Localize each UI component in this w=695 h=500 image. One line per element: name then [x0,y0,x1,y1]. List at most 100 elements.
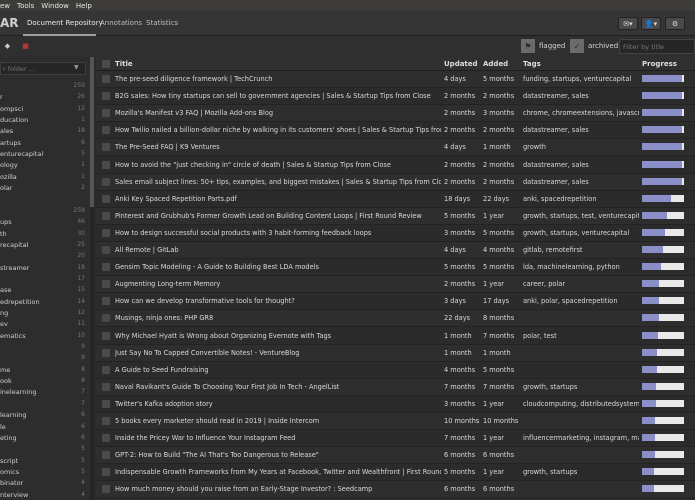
sidebar-item[interactable]: ase 15 [0,285,90,296]
sidebar-item[interactable]: th 30 [0,229,90,240]
table-row[interactable]: How much money should you raise from an … [96,481,695,499]
archived-filter-toggle[interactable]: ✓ archived [570,39,618,53]
sidebar-item[interactable]: streamer 18 [0,263,90,274]
table-row[interactable]: All Remote | GitLab 4 days 4 months gitlab,… [96,242,695,259]
table-row[interactable]: The Pre-Seed FAQ | K9 Ventures 4 days 1 mo… [96,139,695,157]
sidebar-item[interactable]: olar 2 [0,183,90,194]
row-checkbox[interactable] [102,126,110,135]
table-row[interactable]: How to design successful social products… [96,225,695,242]
column-added[interactable]: Added [483,60,508,68]
table-row[interactable]: GPT-2: How to Build "The AI That's Too D… [96,447,695,465]
sidebar-item[interactable]: edrepetition 14 [0,297,90,308]
table-row[interactable]: B2G sales: How tiny startups can sell to… [96,88,695,106]
table-row[interactable]: Pinterest and Grubhub's Former Growth Le… [96,207,695,225]
mail-dropdown-button[interactable]: ✉▾ [618,17,638,30]
column-tags[interactable]: Tags [523,60,541,68]
sidebar-item[interactable]: 259 [0,81,90,92]
sidebar-item[interactable]: inelearning 7 [0,387,90,398]
row-checkbox[interactable] [102,160,110,169]
menu-tools[interactable]: Tools [17,2,34,10]
flagged-filter-toggle[interactable]: ⚑ flagged [521,39,565,53]
settings-button[interactable]: ⚙ [665,17,685,30]
select-all-checkbox[interactable] [102,60,110,68]
row-checkbox[interactable] [102,211,110,220]
table-row[interactable]: Mozilla's Manifest v3 FAQ | Mozilla Add-… [96,105,695,123]
column-progress[interactable]: Progress [642,60,677,68]
row-checkbox[interactable] [102,314,110,323]
sidebar-item[interactable]: 5 [0,444,90,455]
table-row[interactable]: How to avoid the "just checking in" circ… [96,157,695,174]
row-checkbox[interactable] [102,382,110,391]
table-row[interactable]: The pre-seed diligence framework | TechC… [96,71,695,88]
tag-button[interactable]: ◆ [1,40,14,52]
menu-help[interactable]: Help [76,2,92,10]
table-row[interactable]: Inside the Pricey War to Influence Your … [96,430,695,448]
sidebar-item[interactable]: ups 46 [0,217,90,228]
row-checkbox[interactable] [102,194,110,203]
filter-by-title-input[interactable] [619,39,695,54]
row-checkbox[interactable] [102,263,110,272]
table-row[interactable]: A Guide to Seed Fundraising 4 months 5 mon… [96,362,695,379]
account-dropdown-button[interactable]: 👤▾ [641,17,661,30]
row-checkbox[interactable] [102,451,110,460]
sidebar-item[interactable]: r 26 [0,92,90,103]
row-checkbox[interactable] [102,399,110,408]
sidebar-item[interactable]: nterview 4 [0,490,90,500]
sidebar-item[interactable]: ng 12 [0,308,90,319]
menu-view[interactable]: ew [0,2,10,10]
table-row[interactable]: Naval Ravikant's Guide To Choosing Your … [96,378,695,396]
sidebar-item[interactable]: 259 [0,206,90,217]
tab-statistics[interactable]: Statistics [146,19,178,27]
table-row[interactable]: Gensim Topic Modeling - A Guide to Build… [96,259,695,277]
sidebar-item[interactable]: script 5 [0,456,90,467]
sidebar-item[interactable]: omics 5 [0,467,90,478]
row-checkbox[interactable] [102,109,110,118]
row-checkbox[interactable] [102,177,110,186]
table-row[interactable]: Sales email subject lines: 50+ tips, exa… [96,173,695,191]
table-row[interactable]: 5 books every marketer should read in 20… [96,413,695,430]
sidebar-item[interactable]: 17 [0,274,90,285]
sidebar-item[interactable] [0,195,90,206]
row-checkbox[interactable] [102,228,110,237]
scrollbar-thumb[interactable] [90,57,94,207]
table-row[interactable]: Augmenting Long-term Memory 2 months 1 yea… [96,276,695,294]
table-row[interactable]: How can we develop transformative tools … [96,293,695,311]
chevron-down-icon[interactable]: ▼ [74,64,79,71]
row-checkbox[interactable] [102,143,110,152]
table-row[interactable]: Musings, ninja ones: PHP GR8 22 days 8 mon… [96,310,695,328]
column-updated[interactable]: Updated [444,60,478,68]
row-checkbox[interactable] [102,246,110,254]
table-row[interactable]: Indispensable Growth Frameworks from My … [96,464,695,482]
row-checkbox[interactable] [102,434,110,443]
sidebar-item[interactable]: ozilla 1 [0,172,90,183]
row-checkbox[interactable] [102,280,110,289]
sidebar-item[interactable]: ducation 1 [0,115,90,126]
sidebar-item[interactable]: ology 1 [0,160,90,171]
sidebar-item[interactable]: recapital 25 [0,240,90,251]
row-checkbox[interactable] [102,485,110,494]
sidebar-item[interactable]: le 6 [0,422,90,433]
table-row[interactable]: Just Say No To Capped Convertible Notes!… [96,344,695,362]
sidebar-item[interactable]: me 8 [0,365,90,376]
sidebar-item[interactable]: ompsci 12 [0,104,90,115]
sidebar-item[interactable]: ales 18 [0,126,90,137]
sidebar-item[interactable]: 7 [0,399,90,410]
sidebar-item[interactable]: 9 [0,342,90,353]
sidebar-scrollbar[interactable] [90,57,94,500]
row-checkbox[interactable] [102,468,110,477]
row-checkbox[interactable] [102,348,110,357]
sidebar-item[interactable]: learning 6 [0,410,90,421]
row-checkbox[interactable] [102,331,110,340]
column-title[interactable]: Title [115,60,133,68]
sidebar-item[interactable]: 9 [0,353,90,364]
table-row[interactable]: Twitter's Kafka adoption story 3 months 1 … [96,396,695,413]
tab-annotations[interactable]: Annotations [100,19,142,27]
delete-button[interactable]: ■ [19,40,32,52]
table-row[interactable]: Anki Key Spaced Repetition Parts.pdf 18 d… [96,191,695,208]
sidebar-item[interactable]: 20 [0,251,90,262]
row-checkbox[interactable] [102,92,110,101]
table-row[interactable]: How Twilio nailed a billion-dollar niche… [96,122,695,140]
tab-document-repository[interactable]: Document Repository [27,19,103,27]
menu-window[interactable]: Window [41,2,69,10]
row-checkbox[interactable] [102,417,110,425]
